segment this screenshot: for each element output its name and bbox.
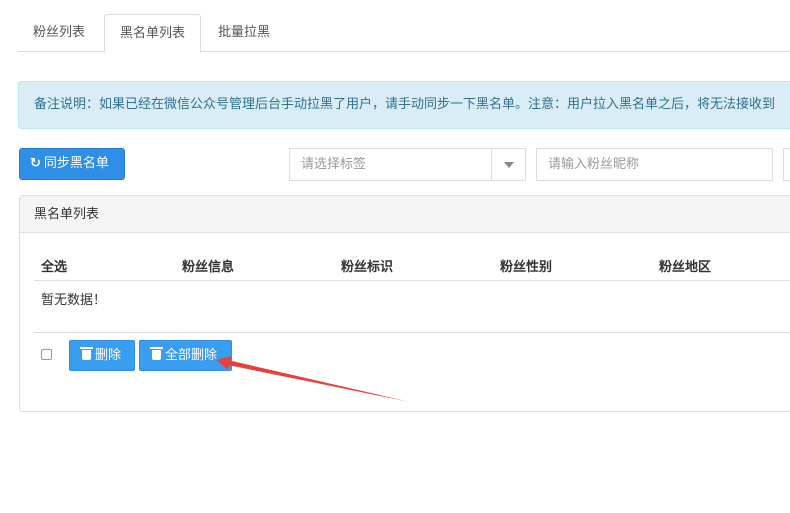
blacklist-panel: 黑名单列表 全选 粉丝信息 粉丝标识 粉丝性别 粉丝地区 暂无数据！ 删除 全部… [19,195,790,412]
delete-all-button[interactable]: 全部删除 [139,340,232,371]
trash-icon [80,347,93,360]
search-extra-field[interactable] [783,148,790,181]
column-fan-info: 粉丝信息 [182,260,235,275]
column-fan-region: 粉丝地区 [659,260,712,275]
column-fan-gender: 粉丝性别 [500,260,553,275]
table-header-divider [34,280,790,281]
tag-select[interactable]: 请选择标签 [289,148,526,181]
tab-batch-block[interactable]: 批量拉黑 [203,14,285,52]
notice-alert: 备注说明：如果已经在微信公众号管理后台手动拉黑了用户，请手动同步一下黑名单。注意… [18,81,790,129]
select-all-checkbox[interactable] [41,349,52,360]
column-fan-id: 粉丝标识 [341,260,394,275]
tag-select-placeholder: 请选择标签 [301,157,367,172]
chevron-down-icon [503,161,514,168]
sync-icon: ↻ [30,156,41,171]
tag-select-toggle[interactable] [491,149,525,180]
column-select-all[interactable]: 全选 [41,256,67,275]
delete-button[interactable]: 删除 [69,340,135,371]
delete-label: 删除 [95,348,122,363]
delete-all-label: 全部删除 [165,348,218,363]
panel-title: 黑名单列表 [20,196,790,233]
tab-bar: 粉丝列表 黑名单列表 批量拉黑 [18,14,790,53]
empty-message: 暂无数据！ [41,293,107,308]
table-footer-divider [34,332,790,333]
tab-fans-list[interactable]: 粉丝列表 [18,14,100,52]
tab-blacklist[interactable]: 黑名单列表 [104,14,202,53]
sync-blacklist-button[interactable]: ↻ 同步黑名单 [19,148,125,180]
trash-icon [150,347,163,360]
sync-blacklist-label: 同步黑名单 [43,156,109,171]
nickname-search-input[interactable] [536,148,773,181]
